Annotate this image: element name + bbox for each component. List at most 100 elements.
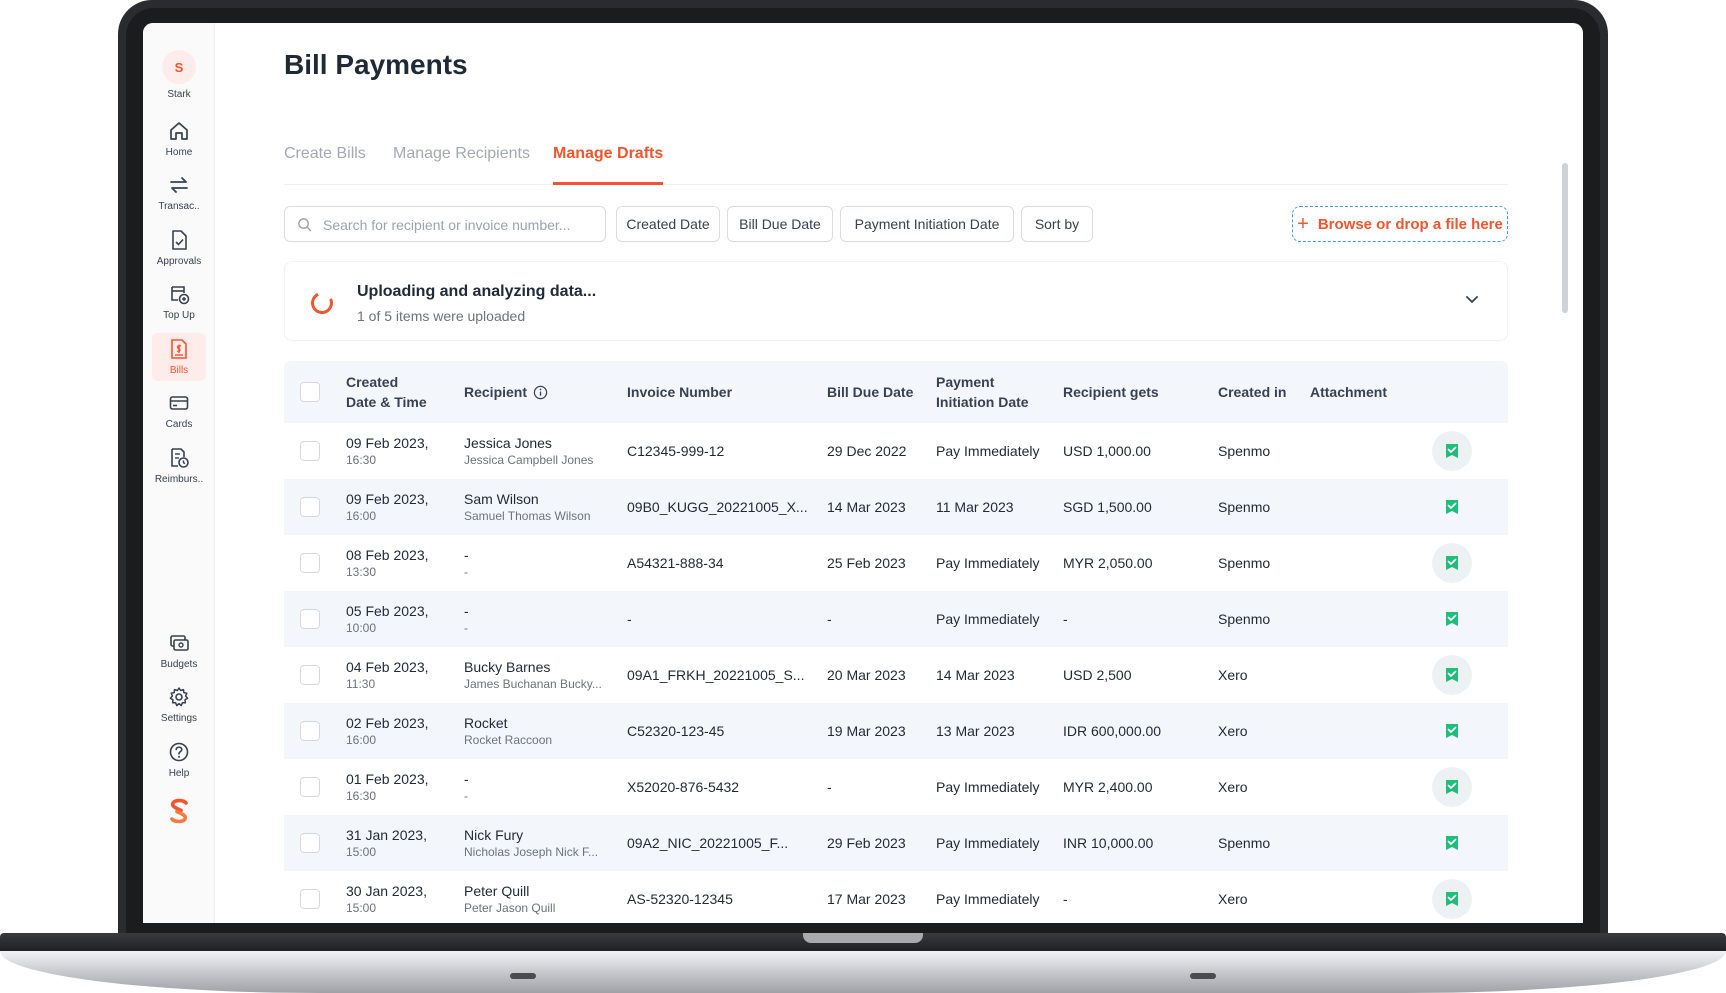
gear-icon bbox=[169, 687, 189, 707]
tab-bar: Create Bills Manage Recipients Manage Dr… bbox=[284, 123, 1508, 185]
cell-invoice-number: - bbox=[627, 611, 632, 627]
row-checkbox[interactable] bbox=[300, 497, 320, 517]
search-input[interactable] bbox=[323, 215, 593, 235]
table-row[interactable]: 01 Feb 2023, 16:30 - - X52020-876-5432 - Pay I… bbox=[284, 759, 1508, 815]
page-title: Bill Payments bbox=[284, 49, 468, 80]
cell-bill-due-date: 25 Feb 2023 bbox=[827, 555, 906, 571]
sidebar-item-reimburs[interactable]: Reimburs.. bbox=[152, 442, 206, 490]
cell-bill-due-date: 29 Dec 2022 bbox=[827, 443, 907, 459]
cell-invoice-number: X52020-876-5432 bbox=[627, 779, 740, 795]
sidebar-item-label: Settings bbox=[160, 713, 198, 724]
sort-by-button[interactable]: Sort by bbox=[1021, 206, 1093, 242]
cell-invoice-number: C52320-123-45 bbox=[627, 723, 725, 739]
sidebar-item-top-up[interactable]: Top Up bbox=[152, 278, 206, 326]
cell-recipient-gets: SGD 1,500.00 bbox=[1063, 499, 1152, 515]
row-checkbox[interactable] bbox=[300, 833, 320, 853]
cell-created: 04 Feb 2023, 11:30 bbox=[346, 659, 429, 691]
table-row[interactable]: 09 Feb 2023, 16:00 Sam Wilson Samuel Thomas… bbox=[284, 479, 1508, 535]
row-checkbox[interactable] bbox=[300, 665, 320, 685]
row-checkbox[interactable] bbox=[300, 721, 320, 741]
sidebar-item-label: Home bbox=[165, 147, 193, 158]
sidebar-item-help[interactable]: Help bbox=[152, 736, 206, 784]
attachment-icon[interactable] bbox=[1432, 543, 1472, 583]
info-icon[interactable] bbox=[533, 385, 548, 400]
table-row[interactable]: 02 Feb 2023, 16:00 Rocket Rocket Raccoon C52… bbox=[284, 703, 1508, 759]
cell-payment-initiation: 11 Mar 2023 bbox=[936, 499, 1014, 515]
sidebar-item-budgets[interactable]: Budgets bbox=[152, 627, 206, 675]
cell-created: 02 Feb 2023, 16:00 bbox=[346, 715, 429, 747]
attachment-icon[interactable] bbox=[1432, 879, 1472, 919]
app-screen: S Stark Home Transac.. Approvals Top Up Bill… bbox=[143, 23, 1583, 923]
sidebar-item-label: Top Up bbox=[163, 310, 195, 321]
attachment-icon[interactable] bbox=[1432, 599, 1472, 639]
attachment-icon[interactable] bbox=[1432, 823, 1472, 863]
sidebar-item-label: Bills bbox=[169, 365, 189, 376]
cell-created-in: Spenmo bbox=[1218, 443, 1271, 459]
select-all-checkbox[interactable] bbox=[300, 382, 320, 402]
cell-created-in: Spenmo bbox=[1218, 499, 1271, 515]
row-checkbox[interactable] bbox=[300, 889, 320, 909]
browse-upload-button[interactable]: + Browse or drop a file here bbox=[1292, 206, 1508, 242]
tab-manage-recipients[interactable]: Manage Recipients bbox=[393, 145, 530, 185]
header-payment-initiation: Payment Initiation Date bbox=[936, 374, 1029, 410]
filter-payment-initiation-date[interactable]: Payment Initiation Date bbox=[840, 206, 1014, 242]
attachment-icon[interactable] bbox=[1432, 711, 1472, 751]
attachment-icon[interactable] bbox=[1432, 655, 1472, 695]
attachment-icon[interactable] bbox=[1432, 487, 1472, 527]
sidebar-item-home[interactable]: Home bbox=[152, 115, 206, 163]
sidebar-item-settings[interactable]: Settings bbox=[152, 681, 206, 729]
cell-created: 01 Feb 2023, 16:30 bbox=[346, 771, 429, 803]
sidebar-item-transac[interactable]: Transac.. bbox=[152, 169, 206, 217]
card-icon bbox=[169, 396, 189, 410]
loading-spinner-icon bbox=[307, 288, 337, 318]
table-row[interactable]: 09 Feb 2023, 16:30 Jessica Jones Jessica Ca… bbox=[284, 423, 1508, 479]
row-checkbox[interactable] bbox=[300, 609, 320, 629]
table-row[interactable]: 05 Feb 2023, 10:00- - - - Pay Immediately - Spe… bbox=[284, 591, 1508, 647]
table-row[interactable]: 31 Jan 2023, 15:00 Nick Fury Nicholas Josep… bbox=[284, 815, 1508, 871]
cell-invoice-number: 09A1_FRKH_20221005_S... bbox=[627, 667, 805, 683]
cell-created-in: Spenmo bbox=[1218, 835, 1271, 851]
filter-created-date[interactable]: Created Date bbox=[616, 206, 720, 242]
cell-created-in: Spenmo bbox=[1218, 555, 1271, 571]
table-row[interactable]: 30 Jan 2023, 15:00 Peter Quill Peter Jason … bbox=[284, 871, 1508, 923]
transfer-icon bbox=[170, 177, 188, 193]
attachment-icon[interactable] bbox=[1432, 431, 1472, 471]
cell-bill-due-date: 29 Feb 2023 bbox=[827, 835, 906, 851]
user-name: Stark bbox=[167, 89, 191, 100]
row-checkbox[interactable] bbox=[300, 553, 320, 573]
cell-created: 09 Feb 2023, 16:00 bbox=[346, 491, 429, 523]
tab-manage-drafts[interactable]: Manage Drafts bbox=[553, 145, 664, 185]
chevron-down-icon[interactable] bbox=[1463, 290, 1481, 308]
cell-recipient-gets: MYR 2,050.00 bbox=[1063, 555, 1153, 571]
cell-payment-initiation: 13 Mar 2023 bbox=[936, 723, 1015, 739]
sidebar-item-label: Budgets bbox=[160, 659, 198, 670]
row-checkbox[interactable] bbox=[300, 777, 320, 797]
cell-recipient: -- bbox=[464, 771, 469, 803]
approval-document-icon bbox=[172, 230, 187, 250]
attachment-icon[interactable] bbox=[1432, 767, 1472, 807]
filter-bill-due-date[interactable]: Bill Due Date bbox=[727, 206, 833, 242]
help-icon bbox=[169, 742, 189, 762]
upload-status-subtitle: 1 of 5 items were uploaded bbox=[357, 308, 526, 324]
row-checkbox[interactable] bbox=[300, 441, 320, 461]
cell-created-in: Xero bbox=[1218, 723, 1248, 739]
cell-created: 31 Jan 2023, 15:00 bbox=[346, 827, 427, 859]
cell-invoice-number: A54321-888-34 bbox=[627, 555, 724, 571]
cell-recipient: -- bbox=[464, 603, 469, 635]
scrollbar[interactable] bbox=[1562, 163, 1568, 313]
sidebar-item-bills[interactable]: Bills bbox=[152, 333, 206, 381]
cell-payment-initiation: 14 Mar 2023 bbox=[936, 667, 1015, 683]
tab-create-bills[interactable]: Create Bills bbox=[284, 145, 366, 185]
cell-recipient: Jessica Jones Jessica Campbell Jones bbox=[464, 435, 594, 467]
sidebar-item-label: Approvals bbox=[156, 256, 202, 267]
sidebar-item-label: Help bbox=[168, 768, 190, 779]
table-row[interactable]: 04 Feb 2023, 11:30 Bucky Barnes James Bucha… bbox=[284, 647, 1508, 703]
user-profile[interactable]: S Stark bbox=[152, 45, 206, 105]
upload-status-title: Uploading and analyzing data... bbox=[357, 283, 597, 300]
sidebar-item-approvals[interactable]: Approvals bbox=[152, 224, 206, 272]
table-row[interactable]: 08 Feb 2023, 13:30 - - A54321-888-34 25 Feb 2… bbox=[284, 535, 1508, 591]
sidebar-item-cards[interactable]: Cards bbox=[152, 387, 206, 435]
cell-created: 08 Feb 2023, 13:30 bbox=[346, 547, 429, 579]
main-content: Bill Payments Create Bills Manage Recipi… bbox=[215, 23, 1583, 923]
cell-created-in: Xero bbox=[1218, 779, 1248, 795]
